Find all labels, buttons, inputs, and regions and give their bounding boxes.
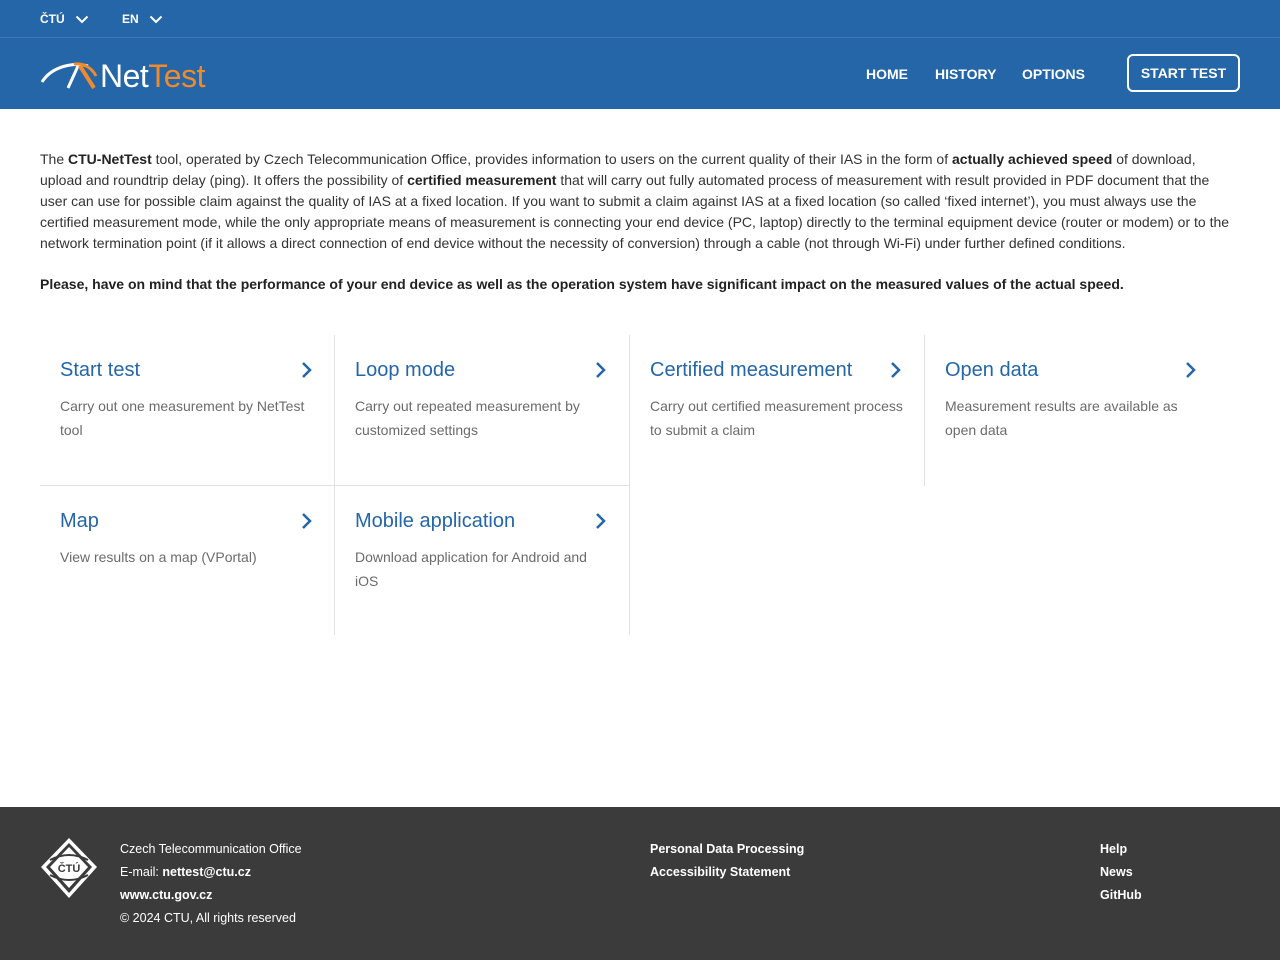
card-description: Download application for Android and iOS xyxy=(355,549,587,589)
page-footer: ČTÚ Czech Telecommunication Office E-mai… xyxy=(0,807,1280,960)
chevron-right-icon xyxy=(596,362,606,378)
card-title: Open data xyxy=(945,359,1039,381)
footer-copyright: © 2024 CTU, All rights reserved xyxy=(120,911,296,925)
footer-email-link[interactable]: nettest@ctu.cz xyxy=(162,865,251,879)
card-title-row: Map xyxy=(60,507,315,535)
intro-paragraph: The CTU-NetTest tool, operated by Czech … xyxy=(40,149,1240,254)
main-header: NetTest HOME HISTORY OPTIONS START TEST xyxy=(0,38,1280,109)
intro-bold-certified: certified measurement xyxy=(407,172,557,188)
top-utility-bar: ČTÚ EN xyxy=(0,0,1280,38)
card-title: Start test xyxy=(60,359,141,381)
chevron-right-icon xyxy=(891,362,901,378)
footer-org-name: Czech Telecommunication Office xyxy=(120,842,302,856)
card-open-data[interactable]: Open data Measurement results are availa… xyxy=(924,335,1219,486)
footer-help-links: Help News GitHub xyxy=(1100,838,1142,907)
emblem-text: ČTÚ xyxy=(58,862,81,875)
card-description: Measurement results are available as ope… xyxy=(945,398,1178,438)
footer-contact: Czech Telecommunication Office E-mail: n… xyxy=(120,838,302,930)
language-selector-label: EN xyxy=(122,12,139,26)
intro-text: tool, operated by Czech Telecommunicatio… xyxy=(151,151,952,167)
card-loop-mode[interactable]: Loop mode Carry out repeated measurement… xyxy=(334,335,629,486)
chevron-down-icon xyxy=(75,15,88,23)
footer-link-github[interactable]: GitHub xyxy=(1100,884,1142,907)
speedometer-logo-icon xyxy=(40,62,98,90)
chevron-right-icon xyxy=(302,513,312,529)
footer-email-row: E-mail: nettest@ctu.cz xyxy=(120,861,302,884)
nav-history[interactable]: HISTORY xyxy=(935,66,996,82)
card-description: Carry out one measurement by NetTest too… xyxy=(60,398,305,438)
logo-net-text: Net xyxy=(100,58,149,94)
start-test-button[interactable]: START TEST xyxy=(1127,54,1240,92)
card-start-test[interactable]: Start test Carry out one measurement by … xyxy=(40,335,335,486)
performance-warning: Please, have on mind that the performanc… xyxy=(40,276,1124,292)
logo-wordmark: NetTest xyxy=(100,60,205,92)
card-title: Loop mode xyxy=(355,359,456,381)
card-certified-measurement[interactable]: Certified measurement Carry out certifie… xyxy=(629,335,924,486)
card-description: Carry out repeated measurement by custom… xyxy=(355,398,580,438)
card-title: Mobile application xyxy=(355,510,516,532)
chevron-down-icon xyxy=(149,15,162,23)
card-title: Map xyxy=(60,510,99,532)
card-mobile-application[interactable]: Mobile application Download application … xyxy=(334,486,630,635)
nav-options[interactable]: OPTIONS xyxy=(1022,66,1085,82)
card-description: Carry out certified measurement process … xyxy=(650,398,903,438)
chevron-right-icon xyxy=(1186,362,1196,378)
footer-website-link[interactable]: www.ctu.gov.cz xyxy=(120,884,302,907)
footer-link-accessibility[interactable]: Accessibility Statement xyxy=(650,861,804,884)
chevron-right-icon xyxy=(596,513,606,529)
card-title-row: Loop mode xyxy=(355,356,609,384)
nav-home[interactable]: HOME xyxy=(866,66,908,82)
ctu-emblem-icon: ČTÚ xyxy=(41,838,97,898)
intro-text: The xyxy=(40,151,69,167)
logo-test-text: Test xyxy=(148,58,205,94)
card-title-row: Mobile application xyxy=(355,507,609,535)
nettest-logo[interactable]: NetTest xyxy=(40,60,205,92)
card-title: Certified measurement xyxy=(650,359,853,381)
card-title-row: Open data xyxy=(945,356,1199,384)
organization-selector-label: ČTÚ xyxy=(40,12,65,26)
footer-link-news[interactable]: News xyxy=(1100,861,1142,884)
footer-link-help[interactable]: Help xyxy=(1100,838,1142,861)
chevron-right-icon xyxy=(302,362,312,378)
footer-email-label: E-mail: xyxy=(120,865,163,879)
intro-bold-speed: actually achieved speed xyxy=(952,151,1113,167)
card-title-row: Certified measurement xyxy=(650,356,904,384)
card-description: View results on a map (VPortal) xyxy=(60,549,257,565)
language-selector[interactable]: EN xyxy=(122,0,163,38)
organization-selector[interactable]: ČTÚ xyxy=(40,0,89,38)
footer-legal-links: Personal Data Processing Accessibility S… xyxy=(650,838,804,884)
card-map[interactable]: Map View results on a map (VPortal) xyxy=(40,486,335,635)
intro-bold-tool-name: CTU-NetTest xyxy=(68,151,152,167)
card-title-row: Start test xyxy=(60,356,315,384)
footer-link-personal-data[interactable]: Personal Data Processing xyxy=(650,838,804,861)
